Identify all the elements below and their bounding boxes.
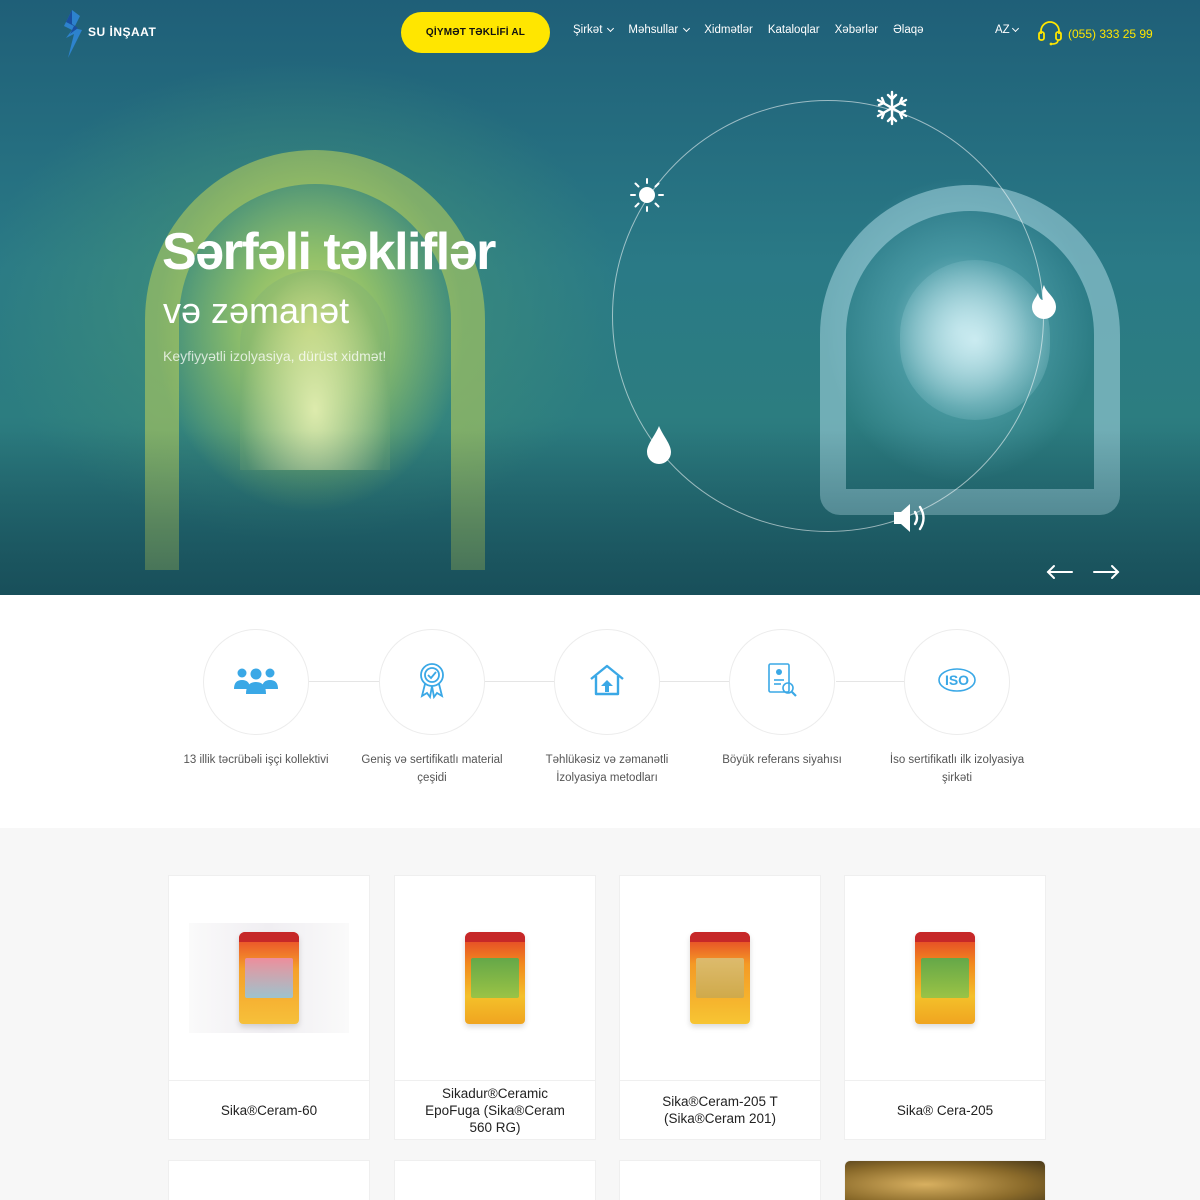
bag-band — [921, 958, 969, 998]
iso-icon-label: ISO — [945, 672, 969, 688]
bag-band — [696, 958, 744, 998]
product-card[interactable]: Sika®Ceram-60 — [168, 875, 370, 1140]
bag-top — [690, 932, 750, 942]
flame-icon — [1030, 283, 1058, 323]
feature-item: Böyük referans siyahısı — [682, 629, 882, 769]
feature-item: Geniş və sertifikatlı material çeşidi — [332, 629, 532, 787]
hero-title: Sərfəli təkliflər — [162, 223, 496, 281]
product-card[interactable] — [394, 1160, 596, 1200]
feature-text: İso sertifikatlı ilk izolyasiya şirkəti — [889, 754, 1025, 784]
nav-item-catalogs[interactable]: Kataloqlar — [768, 24, 820, 36]
feature-item: 13 illik təcrübəli işçi kollektivi — [156, 629, 356, 769]
language-label: AZ — [995, 24, 1010, 36]
nav-item-news[interactable]: Xəbərlər — [835, 24, 878, 36]
hero-slider: SU İNŞAAT QİYMƏT TƏKLİFİ AL Şirkət Məhsu… — [0, 0, 1200, 595]
house-icon — [589, 664, 625, 700]
reference-document-icon — [766, 662, 798, 702]
nav-item-products[interactable]: Məhsullar — [628, 24, 691, 36]
bag-band — [245, 958, 293, 998]
quote-request-button[interactable]: QİYMƏT TƏKLİFİ AL — [401, 12, 550, 53]
arrow-left-icon[interactable] — [1046, 562, 1073, 582]
bag-top — [239, 932, 299, 942]
hero-background-floor — [0, 430, 1200, 595]
logo-mark-icon — [60, 8, 86, 60]
feature-icon-circle — [379, 629, 485, 735]
product-bag-image — [465, 932, 525, 1024]
product-card[interactable] — [844, 1160, 1046, 1200]
product-name[interactable]: Sika®Ceram-205 T (Sika®Ceram 201) — [620, 1081, 820, 1139]
product-card[interactable] — [619, 1160, 821, 1200]
product-name[interactable]: Sika® Cera-205 — [845, 1081, 1045, 1139]
product-bag-image — [690, 932, 750, 1024]
product-card[interactable]: Sikadur®Ceramic EpoFuga (Sika®Ceram 560 … — [394, 875, 596, 1140]
feature-icon-circle — [554, 629, 660, 735]
nav-item-label: Şirkət — [573, 24, 603, 36]
certificate-icon — [417, 661, 447, 703]
product-name[interactable]: Sikadur®Ceramic EpoFuga (Sika®Ceram 560 … — [395, 1081, 595, 1139]
hero-tagline: Keyfiyyətli izolyasiya, dürüst xidmət! — [163, 348, 387, 364]
product-image[interactable] — [620, 876, 820, 1081]
feature-icon-circle — [203, 629, 309, 735]
water-drop-icon — [645, 424, 673, 468]
product-bag-image — [239, 932, 299, 1024]
nav-item-label: Xəbərlər — [834, 24, 879, 36]
product-card[interactable]: Sika® Cera-205 — [844, 875, 1046, 1140]
product-card[interactable] — [168, 1160, 370, 1200]
product-image[interactable] — [845, 876, 1045, 1081]
team-icon — [233, 665, 279, 699]
nav-item-services[interactable]: Xidmətlər — [704, 24, 753, 36]
nav-item-label: Məhsullar — [628, 24, 679, 36]
headset-icon — [1036, 18, 1064, 49]
hero-subtitle: və zəmanət — [163, 290, 350, 331]
feature-item: Təhlükəsiz və zəmanətli İzolyasiya metod… — [507, 629, 707, 787]
sun-icon — [629, 177, 665, 217]
bag-band — [471, 958, 519, 998]
nav-item-company[interactable]: Şirkət — [573, 24, 615, 36]
logo-text: SU İNŞAAT — [88, 25, 157, 39]
site-header: SU İNŞAAT QİYMƏT TƏKLİFİ AL Şirkət Məhsu… — [0, 0, 1200, 64]
nav-item-label: Xidmətlər — [704, 24, 753, 36]
feature-text: Böyük referans siyahısı — [722, 754, 842, 766]
feature-text: 13 illik təcrübəli işçi kollektivi — [183, 754, 329, 766]
bag-top — [465, 932, 525, 942]
nav-item-label: Əlaqə — [893, 24, 924, 36]
language-selector[interactable]: AZ — [995, 24, 1019, 36]
bag-top — [915, 932, 975, 942]
feature-icon-circle: ISO — [904, 629, 1010, 735]
snowflake-icon — [874, 90, 910, 130]
feature-icon-circle — [729, 629, 835, 735]
site-logo[interactable]: SU İNŞAAT — [60, 8, 156, 60]
arrow-right-icon[interactable] — [1093, 562, 1120, 582]
feature-text: Geniş və sertifikatlı material çeşidi — [361, 754, 503, 784]
phone-number: (055) 333 25 99 — [1068, 26, 1153, 41]
main-nav: Şirkət Məhsullar Xidmətlər Kataloqlar Xə… — [573, 24, 924, 36]
product-image[interactable] — [395, 876, 595, 1081]
feature-text: Təhlükəsiz və zəmanətli İzolyasiya metod… — [545, 754, 669, 784]
chevron-down-icon — [683, 24, 691, 33]
nav-item-contact[interactable]: Əlaqə — [893, 24, 923, 36]
product-card[interactable]: Sika®Ceram-205 T (Sika®Ceram 201) — [619, 875, 821, 1140]
iso-icon: ISO — [937, 667, 977, 697]
nav-item-label: Kataloqlar — [767, 24, 820, 36]
product-name[interactable]: Sika®Ceram-60 — [169, 1081, 369, 1139]
product-photo-backdrop — [189, 923, 349, 1033]
product-bag-image — [915, 932, 975, 1024]
sound-icon — [890, 500, 932, 540]
orbit-ring — [612, 100, 1044, 532]
phone-link[interactable]: (055) 333 25 99 — [1036, 18, 1153, 49]
chevron-down-icon — [1011, 24, 1019, 33]
product-image[interactable] — [169, 876, 369, 1081]
products-section: Sika®Ceram-60 Sikadur®Ceramic EpoFuga (S… — [0, 828, 1200, 1200]
feature-item: ISO İso sertifikatlı ilk izolyasiya şirk… — [857, 629, 1057, 787]
features-section: 13 illik təcrübəli işçi kollektivi Geniş… — [0, 595, 1200, 828]
chevron-down-icon — [607, 24, 615, 33]
slider-arrows — [1046, 562, 1120, 582]
